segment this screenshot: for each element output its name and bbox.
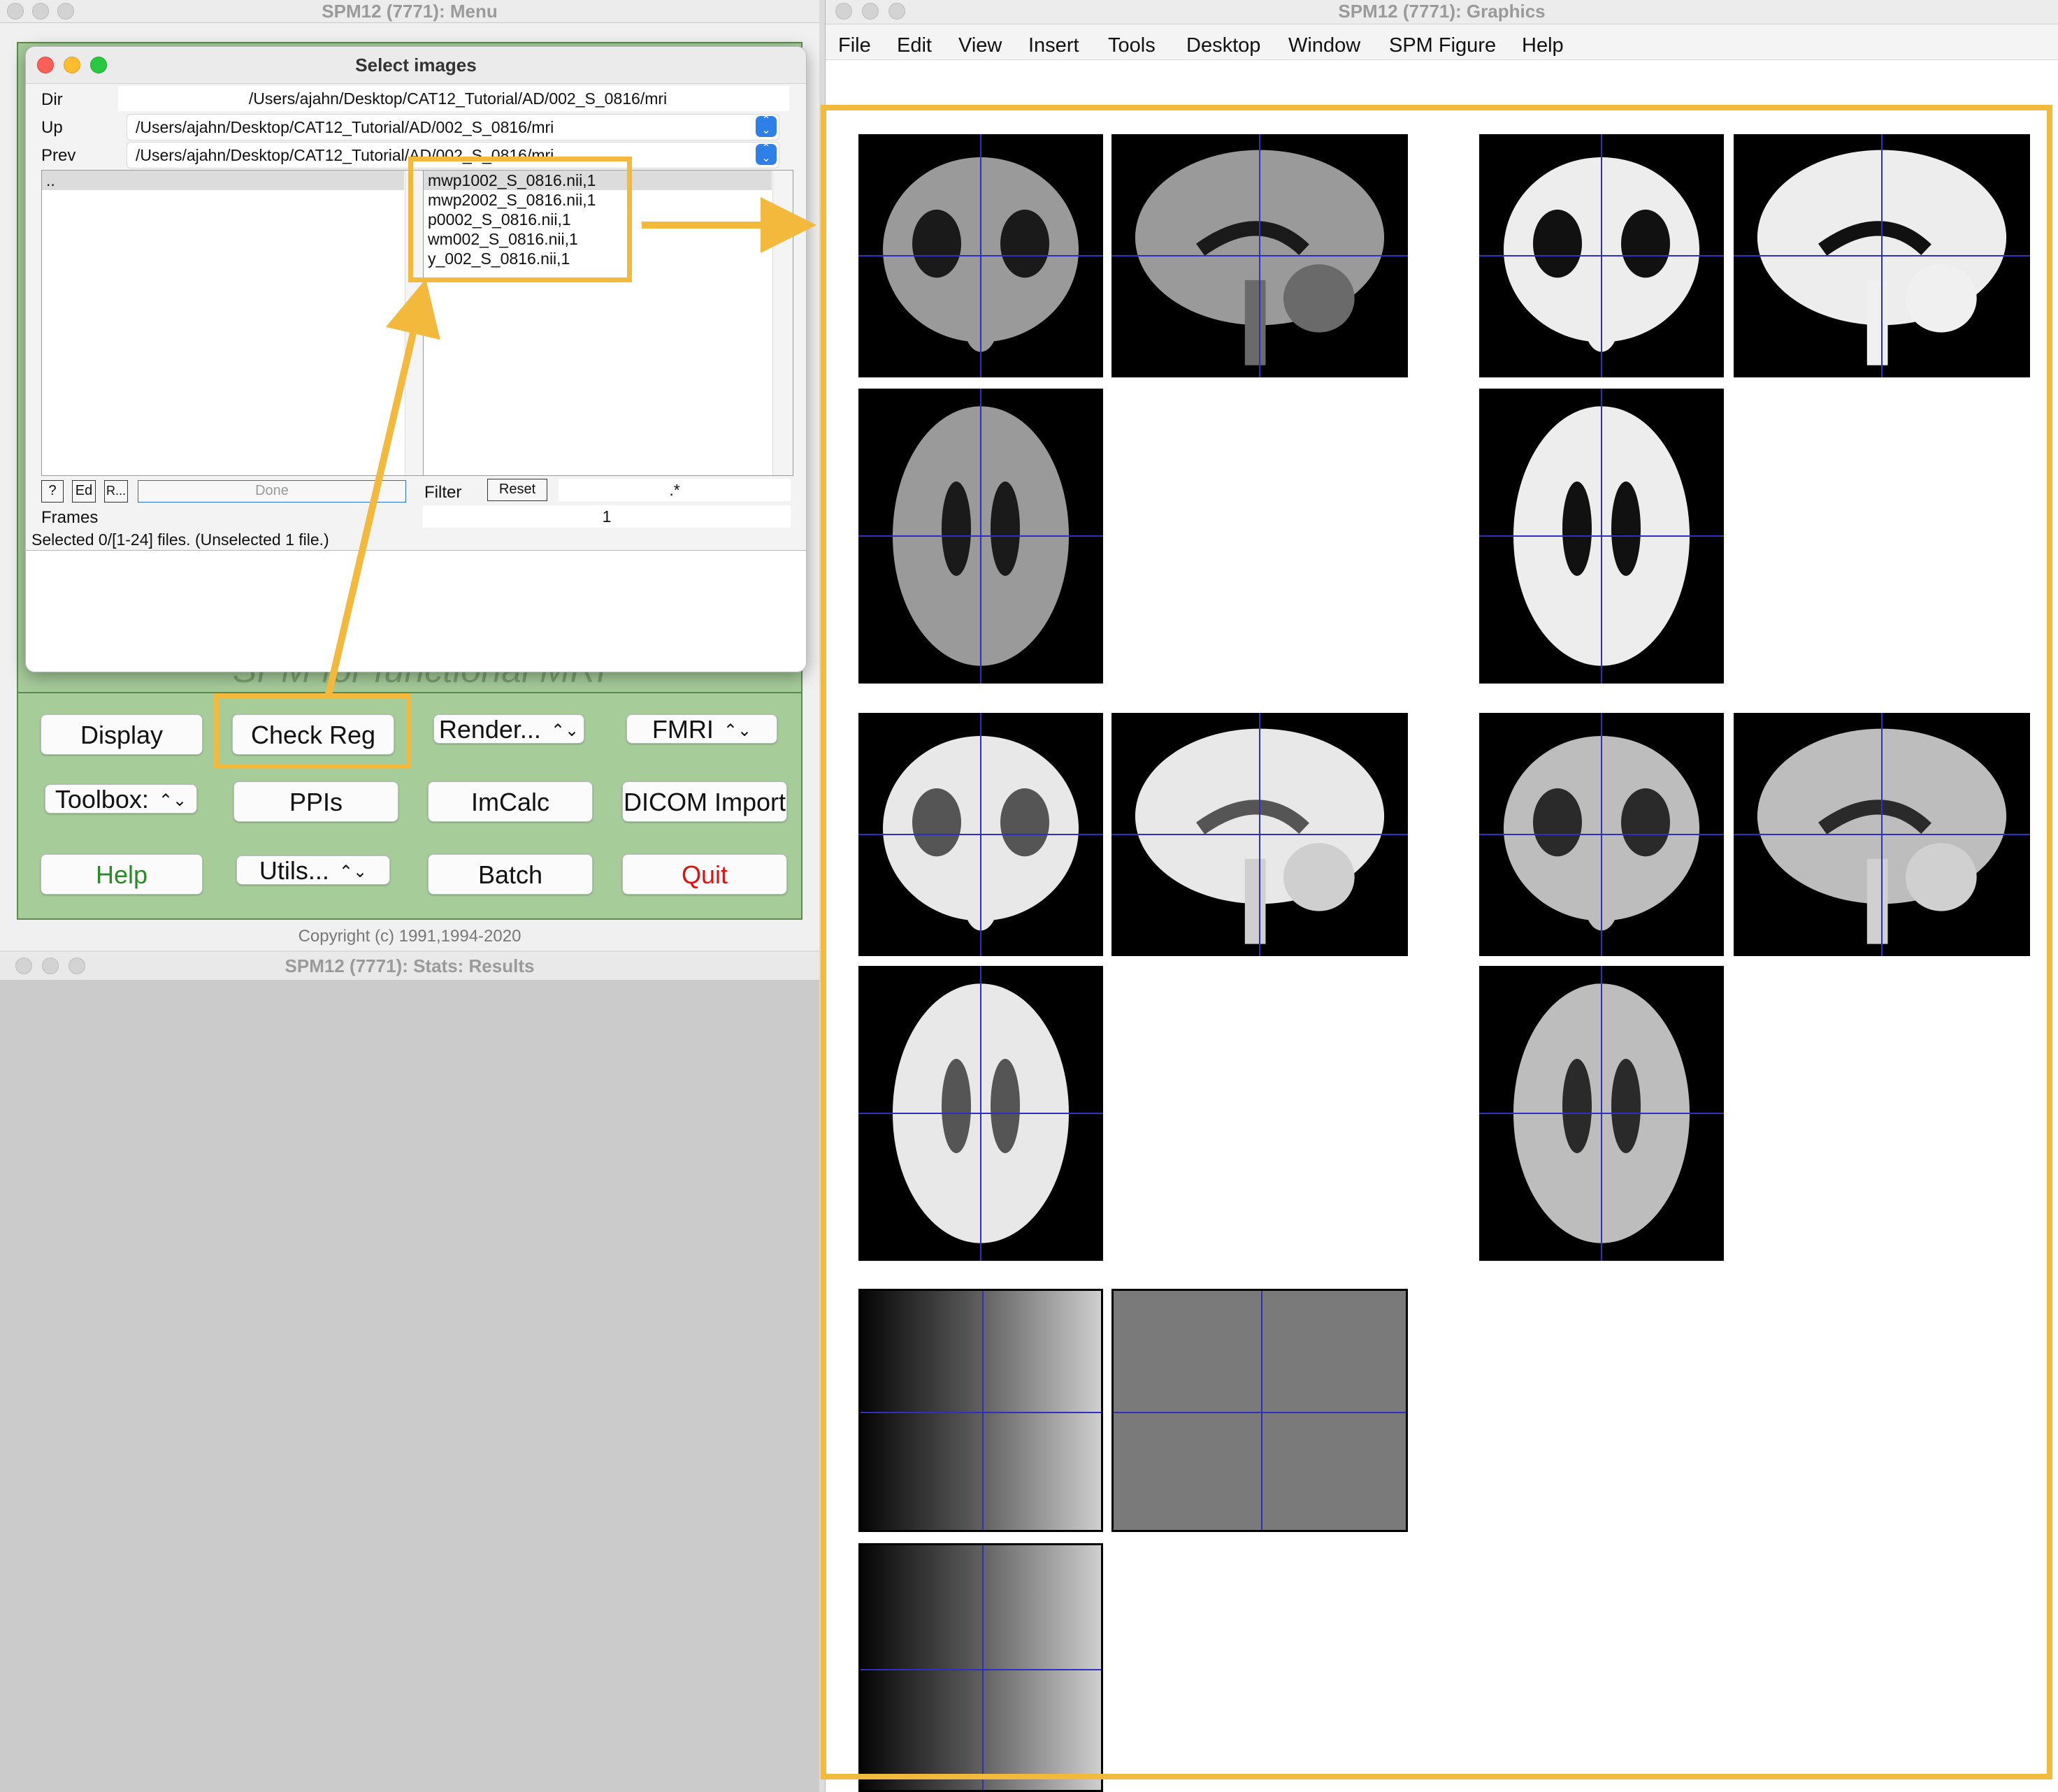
arrow-checkreg-to-files bbox=[325, 279, 440, 696]
annotation-arrows bbox=[325, 197, 816, 696]
